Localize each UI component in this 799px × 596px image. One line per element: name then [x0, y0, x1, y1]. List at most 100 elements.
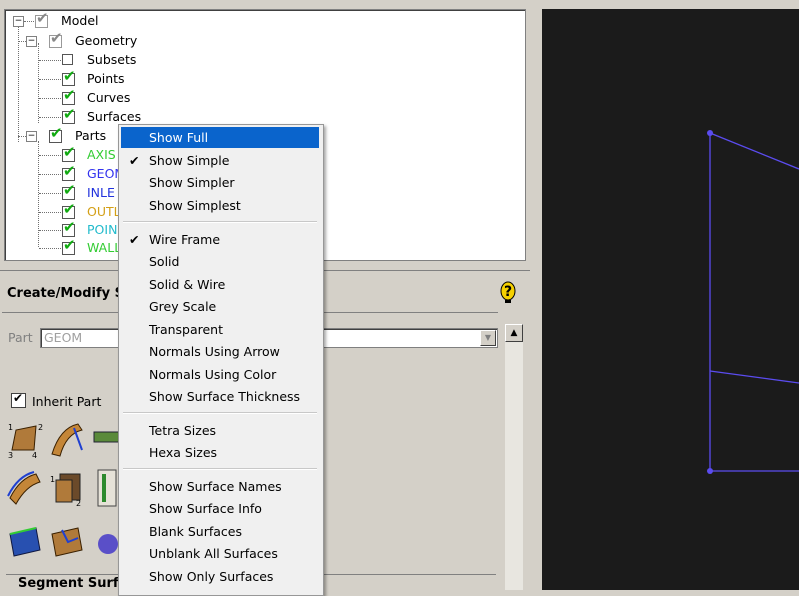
surface-from-points-icon[interactable]: 1 2 3 4 [6, 420, 44, 460]
part-inlet-checkbox[interactable]: ✔ [62, 183, 76, 200]
menu-item-show-only-surfaces[interactable]: Show Only Surfaces [121, 566, 319, 587]
sweep-surface-icon[interactable] [48, 420, 86, 460]
tree-connector [18, 136, 26, 137]
tree-node-part[interactable]: WALL [87, 239, 121, 257]
menu-item-grey-scale[interactable]: Grey Scale [121, 296, 319, 317]
wireframe-geometry [707, 130, 799, 474]
geometry-collapse-toggle[interactable]: − [26, 36, 37, 47]
svg-text:2: 2 [76, 499, 81, 508]
offset-surface-icon[interactable] [6, 468, 44, 508]
tree-node-part[interactable]: POIN [87, 221, 117, 239]
tree-connector [39, 174, 61, 175]
tree-connector [39, 248, 61, 249]
tree-node-model[interactable]: Model [61, 12, 99, 30]
menu-item-surface-names[interactable]: Show Surface Names [121, 476, 319, 497]
menu-item-tetra-sizes[interactable]: Tetra Sizes [121, 420, 319, 441]
menu-item-surface-thickness[interactable]: Show Surface Thickness [121, 386, 319, 407]
menu-item-label: Wire Frame [149, 232, 221, 247]
merge-surface-icon[interactable] [48, 520, 86, 560]
panel-splitter[interactable] [530, 0, 540, 590]
menu-item-label: Transparent [149, 322, 224, 337]
panel-title: Create/Modify S [7, 286, 124, 301]
menu-item-solid[interactable]: Solid [121, 251, 319, 272]
menu-separator [123, 221, 317, 223]
tree-connector [39, 98, 61, 99]
svg-text:?: ? [504, 284, 512, 300]
menu-separator [123, 468, 317, 470]
scrollbar-track[interactable] [505, 342, 523, 590]
menu-item-label: Show Surface Thickness [149, 389, 301, 404]
tree-connector [38, 141, 39, 247]
menu-item-show-full[interactable]: Show Full [121, 127, 319, 148]
menu-item-label: Show Simplest [149, 198, 241, 213]
menu-item-label: Solid & Wire [149, 277, 226, 292]
menu-item-solid-wire[interactable]: Solid & Wire [121, 274, 319, 295]
checkmark-icon: ✔ [129, 232, 140, 247]
parts-collapse-toggle[interactable]: − [26, 131, 37, 142]
svg-text:1: 1 [50, 475, 55, 484]
checkmark-icon: ✔ [129, 153, 140, 168]
menu-item-label: Tetra Sizes [149, 423, 217, 438]
model-collapse-toggle[interactable]: − [13, 16, 24, 27]
points-checkbox[interactable]: ✔ [62, 69, 76, 86]
part-value: GEOM [44, 330, 83, 345]
context-menu: Show Full ✔ Show Simple Show Simpler Show… [118, 124, 324, 596]
subsets-checkbox[interactable] [62, 54, 73, 65]
menu-item-normals-arrow[interactable]: Normals Using Arrow [121, 341, 319, 362]
tree-node-curves[interactable]: Curves [87, 89, 130, 107]
tree-node-parts[interactable]: Parts [75, 127, 106, 145]
menu-item-surface-info[interactable]: Show Surface Info [121, 498, 319, 519]
menu-item-transparent[interactable]: Transparent [121, 319, 319, 340]
chevron-down-icon[interactable]: ▼ [480, 330, 496, 346]
segment-surface-label: Segment Surfa [18, 576, 128, 591]
menu-item-hexa-sizes[interactable]: Hexa Sizes [121, 442, 319, 463]
part-geom-checkbox[interactable]: ✔ [62, 164, 76, 181]
inherit-part-label: Inherit Part [32, 394, 102, 409]
tree-connector [24, 21, 34, 22]
tree-connector [38, 43, 39, 123]
curves-checkbox[interactable]: ✔ [62, 88, 76, 105]
menu-item-wire-frame[interactable]: ✔ Wire Frame [121, 229, 319, 250]
tree-node-part[interactable]: OUTL [87, 203, 121, 221]
help-question-icon[interactable]: ? [498, 280, 518, 304]
menu-item-label: Solid [149, 254, 180, 269]
graphics-viewport[interactable] [542, 9, 799, 590]
blend-surface-icon[interactable] [94, 528, 118, 568]
menu-item-label: Blank Surfaces [149, 524, 242, 539]
parts-checkbox[interactable]: ✔ [49, 126, 63, 143]
tree-node-points[interactable]: Points [87, 70, 125, 88]
menu-item-unblank-surfaces[interactable]: Unblank All Surfaces [121, 543, 319, 564]
trim-surface-icon[interactable] [6, 520, 44, 560]
part-label: Part [8, 330, 33, 345]
tree-node-part[interactable]: AXIS [87, 146, 116, 164]
menu-item-label: Hexa Sizes [149, 445, 218, 460]
tree-connector [39, 230, 61, 231]
segment-surface-icon[interactable] [96, 468, 118, 508]
svg-text:3: 3 [8, 451, 13, 460]
midsurface-icon[interactable]: 12 [48, 468, 86, 508]
svg-text:1: 1 [8, 423, 13, 432]
tree-node-geometry[interactable]: Geometry [75, 32, 137, 50]
inherit-part-checkbox[interactable]: ✔ [11, 391, 26, 408]
menu-item-label: Unblank All Surfaces [149, 546, 278, 561]
model-checkbox[interactable]: ✔ [35, 11, 49, 28]
menu-item-normals-color[interactable]: Normals Using Color [121, 364, 319, 385]
menu-item-show-simpler[interactable]: Show Simpler [121, 172, 319, 193]
menu-item-show-simple[interactable]: ✔ Show Simple [121, 150, 319, 171]
part-wall-checkbox[interactable]: ✔ [62, 238, 76, 255]
menu-item-label: Show Simple [149, 153, 230, 168]
menu-item-show-simplest[interactable]: Show Simplest [121, 195, 319, 216]
tree-node-subsets[interactable]: Subsets [87, 51, 136, 69]
menu-item-label: Show Only Surfaces [149, 569, 274, 584]
menu-item-label: Show Simpler [149, 175, 235, 190]
geometry-checkbox[interactable]: ✔ [49, 31, 63, 48]
part-axis-checkbox[interactable]: ✔ [62, 145, 76, 162]
tree-connector [39, 60, 61, 61]
svg-text:4: 4 [32, 451, 37, 460]
tree-connector [39, 193, 61, 194]
surfaces-checkbox[interactable]: ✔ [62, 107, 76, 124]
menu-item-blank-surfaces[interactable]: Blank Surfaces [121, 521, 319, 542]
scroll-up-button[interactable]: ▲ [505, 324, 523, 342]
svg-text:2: 2 [38, 423, 43, 432]
tree-node-part[interactable]: INLE [87, 184, 115, 202]
